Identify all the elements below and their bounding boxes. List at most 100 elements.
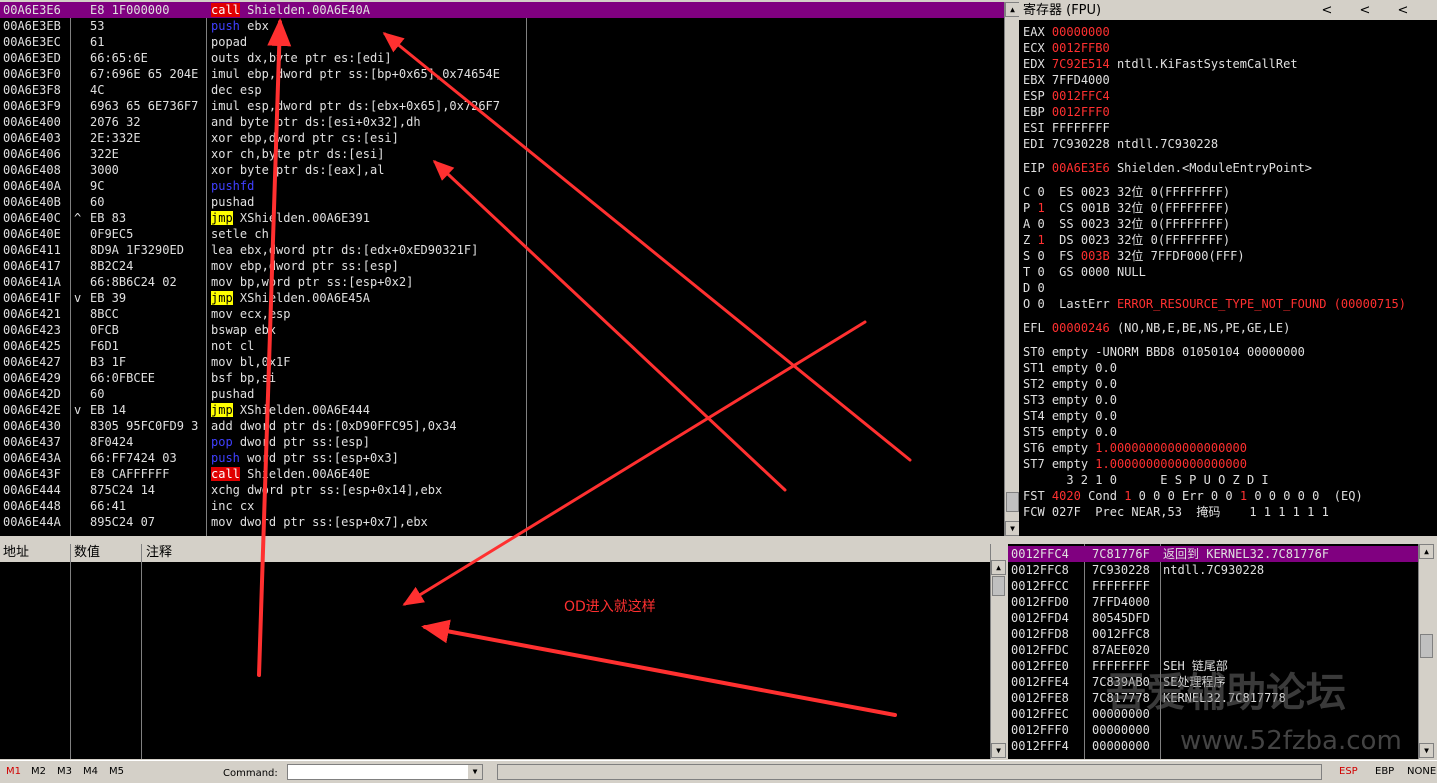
disasm-row[interactable]: 00A6E3F9 6963 65 6E736F7 imul esp,dword pt… — [0, 98, 1004, 114]
scroll-thumb[interactable] — [992, 576, 1005, 596]
scroll-down-button[interactable]: ▼ — [991, 743, 1006, 758]
register-value[interactable]: 0012FFF0 — [1052, 105, 1110, 119]
scroll-up-button[interactable]: ▲ — [1005, 2, 1020, 17]
stack-row[interactable]: 0012FFD4 80545DFD — [1008, 610, 1418, 626]
disasm-row[interactable]: 00A6E408 3000 xor byte ptr ds:[eax],al — [0, 162, 1004, 178]
disasm-row[interactable]: 00A6E42E v EB 14 jmp XShielden.00A6E444 — [0, 402, 1004, 418]
disasm-row[interactable]: 00A6E400 2076 32 and byte ptr ds:[esi+0x32… — [0, 114, 1004, 130]
fpu-register-line[interactable]: ST1 empty 0.0 — [1023, 360, 1117, 376]
dump-header-value[interactable]: 数值 — [71, 544, 142, 562]
fpu-register-value[interactable]: 0.0 — [1095, 409, 1117, 423]
stack-row[interactable]: 0012FFC8 7C930228 ntdll.7C930228 — [1008, 562, 1418, 578]
fpu-register-value[interactable]: 0.0 — [1095, 425, 1117, 439]
stack-row[interactable]: 0012FFC4 7C81776F 返回到 KERNEL32.7C81776F — [1008, 546, 1418, 562]
scroll-up-button[interactable]: ▲ — [1419, 544, 1434, 559]
disasm-row[interactable]: 00A6E403 2E:332E xor ebp,dword ptr cs:[esi… — [0, 130, 1004, 146]
dump-scrollbar[interactable]: ▲ ▼ — [990, 544, 1006, 759]
disasm-row[interactable]: 00A6E444 875C24 14 xchg dword ptr ss:[esp+… — [0, 482, 1004, 498]
register-line[interactable]: ESI FFFFFFFF — [1023, 120, 1117, 136]
nav-left-button[interactable]: < — [1395, 2, 1411, 20]
register-value[interactable]: 0012FFC4 — [1052, 89, 1110, 103]
fpu-register-value[interactable]: -UNORM BBD8 01050104 00000000 — [1095, 345, 1305, 359]
stack-scrollbar[interactable]: ▲ ▼ — [1418, 544, 1434, 759]
register-value[interactable]: 7C92E514 — [1052, 57, 1110, 71]
nav-left-button[interactable]: < — [1319, 2, 1335, 20]
memory-button-m5[interactable]: M5 — [109, 766, 124, 777]
fpu-register-line[interactable]: ST6 empty 1.0000000000000000000 — [1023, 440, 1247, 456]
disasm-row[interactable]: 00A6E41F v EB 39 jmp XShielden.00A6E45A — [0, 290, 1004, 306]
disasm-row[interactable]: 00A6E43A 66:FF7424 03 push word ptr ss:[es… — [0, 450, 1004, 466]
disasm-row[interactable]: 00A6E41A 66:8B6C24 02 mov bp,word ptr ss:[… — [0, 274, 1004, 290]
chevron-down-icon[interactable]: ▼ — [468, 765, 482, 779]
flag-line[interactable]: A 0 SS 0023 32位 0(FFFFFFFF) — [1023, 216, 1230, 232]
disasm-row[interactable]: 00A6E44A 895C24 07 mov dword ptr ss:[esp+0… — [0, 514, 1004, 530]
stack-row[interactable]: 0012FFCC FFFFFFFF — [1008, 578, 1418, 594]
register-value[interactable]: 00000000 — [1052, 25, 1110, 39]
fpu-register-value[interactable]: 0.0 — [1095, 361, 1117, 375]
disasm-row[interactable]: 00A6E3F8 4C dec esp — [0, 82, 1004, 98]
fpu-register-line[interactable]: ST7 empty 1.0000000000000000000 — [1023, 456, 1247, 472]
memory-button-m4[interactable]: M4 — [83, 766, 98, 777]
flag-value[interactable]: 0 — [1037, 265, 1044, 279]
register-line[interactable]: EBX 7FFD4000 — [1023, 72, 1117, 88]
scroll-thumb[interactable] — [1006, 492, 1019, 512]
register-line[interactable]: ECX 0012FFB0 — [1023, 40, 1117, 56]
disasm-row[interactable]: 00A6E43F E8 CAFFFFFF call Shielden.00A6E40… — [0, 466, 1004, 482]
scroll-down-button[interactable]: ▼ — [1005, 521, 1020, 536]
flag-line[interactable]: S 0 FS 003B 32位 7FFDF000(FFF) — [1023, 248, 1245, 264]
scroll-up-button[interactable]: ▲ — [991, 560, 1006, 575]
stack-follow-none-button[interactable]: NONE — [1407, 766, 1436, 777]
disasm-row[interactable]: 00A6E425 F6D1 not cl — [0, 338, 1004, 354]
register-value[interactable]: 0012FFB0 — [1052, 41, 1110, 55]
disasm-row[interactable]: 00A6E40A 9C pushfd — [0, 178, 1004, 194]
flag-line[interactable]: C 0 ES 0023 32位 0(FFFFFFFF) — [1023, 184, 1230, 200]
disasm-row[interactable]: 00A6E423 0FCB bswap ebx — [0, 322, 1004, 338]
memory-button-m2[interactable]: M2 — [31, 766, 46, 777]
scroll-down-button[interactable]: ▼ — [1419, 743, 1434, 758]
disasm-row[interactable]: 00A6E427 B3 1F mov bl,0x1F — [0, 354, 1004, 370]
fpu-register-value[interactable]: 0.0 — [1095, 393, 1117, 407]
flag-value[interactable]: 0 — [1037, 281, 1044, 295]
register-value[interactable]: 7FFD4000 — [1052, 73, 1110, 87]
disasm-row[interactable]: 00A6E437 8F0424 pop dword ptr ss:[esp] — [0, 434, 1004, 450]
fpu-register-value[interactable]: 1.0000000000000000000 — [1095, 441, 1247, 455]
disassembly-scrollbar[interactable]: ▲ ▼ — [1004, 2, 1020, 536]
flag-line[interactable]: Z 1 DS 0023 32位 0(FFFFFFFF) — [1023, 232, 1230, 248]
register-line[interactable]: EDI 7C930228 ntdll.7C930228 — [1023, 136, 1218, 152]
memory-button-m3[interactable]: M3 — [57, 766, 72, 777]
flag-line[interactable]: D 0 — [1023, 280, 1081, 296]
disasm-row[interactable]: 00A6E3EB 53 push ebx — [0, 18, 1004, 34]
disasm-row[interactable]: 00A6E40E 0F9EC5 setle ch — [0, 226, 1004, 242]
register-value[interactable]: 7C930228 — [1052, 137, 1110, 151]
fpu-register-line[interactable]: ST0 empty -UNORM BBD8 01050104 00000000 — [1023, 344, 1305, 360]
nav-left-button[interactable]: < — [1357, 2, 1373, 20]
disassembly-pane[interactable]: 00A6E3E6 E8 1F000000 call Shielden.00A6E40… — [0, 2, 1004, 536]
disasm-row[interactable]: 00A6E40C ^ EB 83 jmp XShielden.00A6E391 — [0, 210, 1004, 226]
register-value[interactable]: 00A6E3E6 — [1052, 161, 1110, 175]
flag-line[interactable]: T 0 GS 0000 NULL — [1023, 264, 1153, 280]
command-input[interactable]: ▼ — [287, 764, 483, 780]
flag-value[interactable]: 1 — [1037, 201, 1044, 215]
fcw-line[interactable]: FCW 027F Prec NEAR,53 掩码 1 1 1 1 1 1 — [1023, 504, 1329, 520]
disasm-row[interactable]: 00A6E430 8305 95FC0FD9 3 add dword ptr ds:… — [0, 418, 1004, 434]
fpu-register-value[interactable]: 0.0 — [1095, 377, 1117, 391]
register-line[interactable]: EDX 7C92E514 ntdll.KiFastSystemCallRet — [1023, 56, 1298, 72]
flag-value[interactable]: 0 — [1037, 249, 1044, 263]
disasm-row[interactable]: 00A6E42D 60 pushad — [0, 386, 1004, 402]
disasm-row[interactable]: 00A6E429 66:0FBCEE bsf bp,si — [0, 370, 1004, 386]
lasterr-line[interactable]: O 0 LastErr ERROR_RESOURCE_TYPE_NOT_FOUN… — [1023, 296, 1406, 312]
disasm-row[interactable]: 00A6E421 8BCC mov ecx,esp — [0, 306, 1004, 322]
disasm-row[interactable]: 00A6E448 66:41 inc cx — [0, 498, 1004, 514]
disasm-row[interactable]: 00A6E411 8D9A 1F3290ED lea ebx,dword ptr d… — [0, 242, 1004, 258]
fpu-register-line[interactable]: ST4 empty 0.0 — [1023, 408, 1117, 424]
fpu-register-value[interactable]: 1.0000000000000000000 — [1095, 457, 1247, 471]
dump-header-address[interactable]: 地址 — [0, 544, 71, 562]
disasm-row[interactable]: 00A6E3E6 E8 1F000000 call Shielden.00A6E40… — [0, 2, 1004, 18]
disasm-row[interactable]: 00A6E406 322E xor ch,byte ptr ds:[esi] — [0, 146, 1004, 162]
efl-line[interactable]: EFL 00000246 (NO,NB,E,BE,NS,PE,GE,LE) — [1023, 320, 1290, 336]
fcw-value[interactable]: 027F — [1052, 505, 1081, 519]
disasm-row[interactable]: 00A6E3ED 66:65:6E outs dx,byte ptr es:[edi… — [0, 50, 1004, 66]
register-line[interactable]: EBP 0012FFF0 — [1023, 104, 1117, 120]
splitter[interactable] — [0, 536, 1437, 544]
fpu-register-line[interactable]: ST3 empty 0.0 — [1023, 392, 1117, 408]
